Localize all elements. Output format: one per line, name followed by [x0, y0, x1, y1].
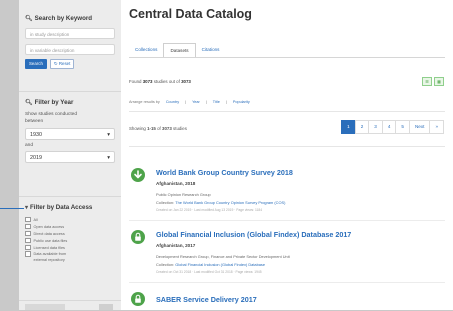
page-1[interactable]: 1 [341, 120, 356, 134]
sort-divider [129, 111, 445, 112]
keyword-search-section: 🔍︎ Search by Keyword in study descriptio… [25, 15, 115, 69]
result-meta: Created on Jan 22 2019 · Last modified A… [156, 208, 263, 212]
page-2[interactable]: 2 [354, 120, 370, 134]
result-producer: Public Opinion Research Group [156, 192, 211, 197]
tabs-divider [129, 57, 445, 58]
keyword-title: 🔍︎ Search by Keyword [25, 15, 93, 22]
access-option[interactable]: Licensed data files [25, 244, 115, 251]
year-filter-description: Show studies conducted between [25, 112, 77, 124]
checkbox[interactable] [25, 251, 31, 257]
search-icon: 🔍︎ [25, 100, 33, 106]
tab-collections[interactable]: Collections [129, 43, 163, 58]
page-4[interactable]: 4 [381, 120, 397, 134]
reset-icon: ↻ [53, 61, 58, 66]
access-options: All Open data access Direct data access … [25, 216, 115, 263]
result-item: SABER Service Delivery 2017 [129, 292, 445, 310]
variable-description-input[interactable]: in variable description [25, 44, 115, 55]
tabs: Collections Datasets Citations [129, 43, 225, 58]
sidebar: 🔍︎ Search by Keyword in study descriptio… [19, 0, 121, 310]
access-option[interactable]: Open data access [25, 223, 115, 230]
page-3[interactable]: 3 [368, 120, 383, 134]
access-option[interactable]: Data available from external repository [25, 251, 115, 263]
results-count: Found 3073 studies out of 3073 [129, 79, 191, 84]
checkbox[interactable] [25, 244, 31, 251]
collapsed-filter-toggle[interactable] [99, 304, 113, 310]
chevron-down-icon: ▾ [25, 205, 29, 211]
lock-icon[interactable] [131, 230, 145, 244]
sort-country[interactable]: Country [166, 100, 179, 104]
access-option[interactable]: All [25, 216, 115, 223]
data-access-title: ▾ Filter by Data Access [25, 204, 93, 211]
result-title[interactable]: Global Financial Inclusion (Global Finde… [156, 230, 351, 239]
year-and-label: and [25, 143, 34, 148]
checkbox[interactable] [25, 216, 31, 223]
result-country-year: Afghanistan, 2017 [156, 243, 196, 248]
page-5[interactable]: 5 [395, 120, 410, 134]
data-access-filter-section: ▾ Filter by Data Access All Open data ac… [25, 204, 115, 263]
download-icon[interactable] [131, 168, 145, 182]
sort-popularity[interactable]: Popularity [233, 100, 250, 104]
main-content: Central Data Catalog Collections Dataset… [121, 0, 453, 310]
divider [19, 300, 121, 301]
result-title[interactable]: SABER Service Delivery 2017 [156, 295, 257, 304]
study-description-input[interactable]: in study description [25, 28, 115, 39]
result-title[interactable]: World Bank Group Country Survey 2018 [156, 168, 293, 177]
year-filter-title: 🔍︎ Filter by Year [25, 99, 74, 106]
result-item: World Bank Group Country Survey 2018 Afg… [129, 168, 445, 228]
sort-bar: Arrange results by Country | Year | Titl… [129, 100, 250, 104]
tab-datasets[interactable]: Datasets [163, 43, 196, 58]
pagination: 1 2 3 4 5 Next » [341, 120, 444, 134]
callout-line [0, 208, 24, 209]
tab-citations[interactable]: Citations [196, 43, 226, 58]
access-option[interactable]: Direct data access [25, 230, 115, 237]
divider [19, 196, 121, 197]
grid-view-icon[interactable]: ▦ [434, 77, 444, 86]
page-title: Central Data Catalog [129, 7, 252, 21]
result-collection: Collection: The World Bank Group Country… [156, 200, 286, 205]
checkbox[interactable] [25, 237, 31, 244]
result-country-year: Afghanistan, 2018 [156, 181, 196, 186]
result-item: Global Financial Inclusion (Global Finde… [129, 230, 445, 290]
result-meta: Created on Oct 31 2018 · Last modified O… [156, 270, 262, 274]
search-icon: 🔍︎ [25, 16, 33, 22]
year-from-select[interactable]: 1930 ▾ [25, 128, 115, 140]
chevron-down-icon: ▾ [107, 155, 110, 161]
search-button[interactable]: Search [25, 59, 47, 69]
page-last[interactable]: » [429, 120, 444, 134]
result-collection: Collection: Global Financial Inclusion (… [156, 262, 266, 267]
divider [19, 91, 121, 92]
result-producer: Development Research Group, Finance and … [156, 254, 290, 259]
result-divider [129, 282, 445, 283]
sort-label: Arrange results by [129, 100, 160, 104]
access-option[interactable]: Public use data files [25, 237, 115, 244]
result-divider [129, 220, 445, 221]
pagination-divider [129, 146, 445, 147]
reset-button[interactable]: ↻ Reset [49, 59, 75, 69]
page-next[interactable]: Next [408, 120, 431, 134]
sort-title[interactable]: Title [213, 100, 220, 104]
showing-range: Showing 1-15 of 3073 studies [129, 126, 187, 131]
year-to-select[interactable]: 2019 ▾ [25, 151, 115, 163]
view-toggle: ☰ ▦ [422, 77, 444, 86]
year-filter-section: 🔍︎ Filter by Year Show studies conducted… [25, 99, 115, 163]
list-view-icon[interactable]: ☰ [422, 77, 432, 86]
checkbox[interactable] [25, 223, 31, 230]
collapsed-filter-header[interactable] [25, 304, 65, 310]
checkbox[interactable] [25, 230, 31, 237]
sort-year[interactable]: Year [192, 100, 200, 104]
lock-icon[interactable] [131, 292, 145, 306]
chevron-down-icon: ▾ [107, 132, 110, 138]
